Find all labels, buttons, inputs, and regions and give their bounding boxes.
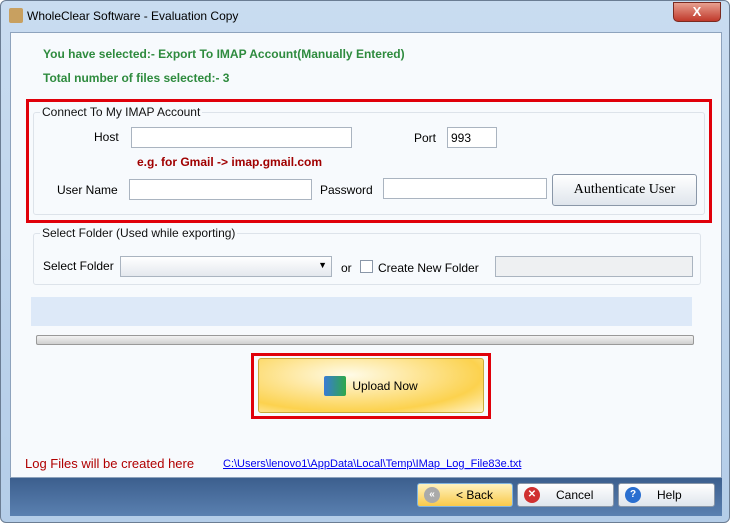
host-input[interactable] [131, 127, 352, 148]
file-count: Total number of files selected:- 3 [43, 71, 230, 85]
select-folder-label: Select Folder [43, 259, 114, 273]
password-label: Password [320, 183, 373, 197]
back-label: < Back [456, 488, 494, 502]
cancel-icon: ✕ [524, 487, 540, 503]
status-area [31, 297, 692, 326]
or-label: or [341, 261, 352, 275]
back-icon: « [424, 487, 440, 503]
create-folder-checkbox[interactable] [360, 260, 373, 273]
app-window: WholeClear Software - Evaluation Copy X … [0, 0, 730, 523]
log-label: Log Files will be created here [25, 456, 195, 471]
host-label: Host [94, 130, 119, 144]
cancel-label: Cancel [556, 488, 594, 502]
log-file-link[interactable]: C:\Users\lenovo1\AppData\Local\Temp\IMap… [223, 458, 521, 470]
close-button[interactable]: X [673, 2, 721, 22]
chevron-down-icon: ▼ [318, 260, 327, 270]
help-icon: ? [625, 487, 641, 503]
password-input[interactable] [383, 178, 547, 199]
cancel-button[interactable]: ✕ Cancel [517, 483, 614, 507]
folder-dropdown[interactable]: ▼ [120, 256, 332, 277]
main-panel: You have selected:- Export To IMAP Accou… [10, 32, 722, 478]
username-input[interactable] [129, 179, 312, 200]
port-input[interactable] [447, 127, 497, 148]
app-icon [9, 8, 23, 23]
back-button[interactable]: « < Back [417, 483, 513, 507]
window-title: WholeClear Software - Evaluation Copy [27, 9, 239, 23]
port-label: Port [414, 131, 437, 145]
folder-legend: Select Folder (Used while exporting) [40, 226, 238, 240]
upload-now-button[interactable]: Upload Now [258, 358, 484, 413]
help-button[interactable]: ? Help [618, 483, 715, 507]
selection-info: You have selected:- Export To IMAP Accou… [43, 47, 405, 61]
imap-legend: Connect To My IMAP Account [40, 105, 203, 119]
progress-bar [36, 335, 694, 345]
footer-bar: « < Back ✕ Cancel ? Help [10, 478, 722, 516]
upload-label: Upload Now [352, 378, 418, 393]
host-example: e.g. for Gmail -> imap.gmail.com [137, 155, 323, 169]
create-folder-label: Create New Folder [378, 261, 479, 275]
authenticate-user-button[interactable]: Authenticate User [552, 174, 697, 206]
upload-icon [324, 375, 347, 396]
username-label: User Name [57, 183, 118, 197]
help-label: Help [657, 488, 682, 502]
new-folder-input[interactable] [495, 256, 693, 277]
